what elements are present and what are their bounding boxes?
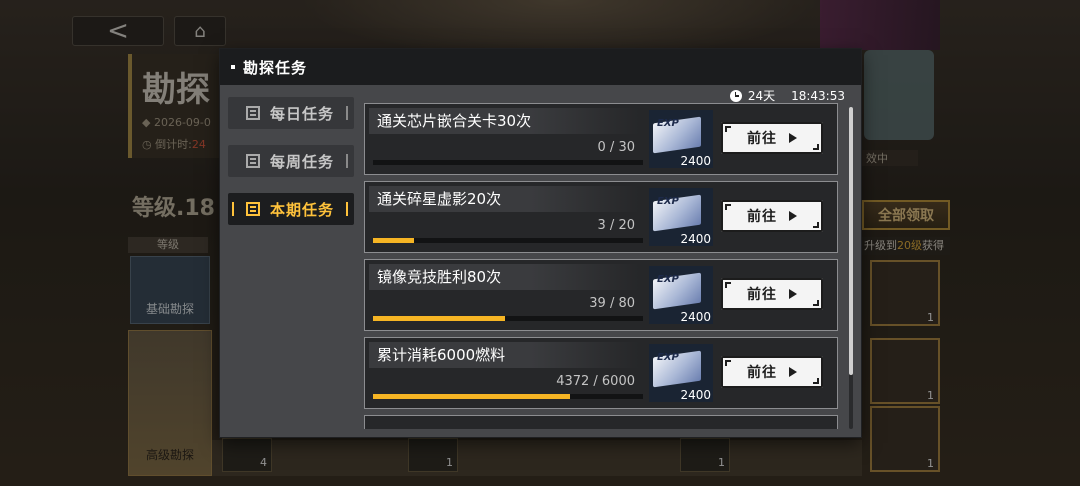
task-progress-fill (373, 316, 505, 321)
period-timer: 24天 18:43:53 (729, 87, 845, 104)
go-label: 前往 (747, 209, 777, 225)
task-progress-bar (373, 394, 643, 399)
task-row: 累计消耗6000燃料 4372 / 6000 EXP 2400 前往 (364, 337, 838, 409)
go-label: 前往 (747, 131, 777, 147)
reward-quantity: 2400 (680, 232, 711, 246)
task-progress-text: 0 / 30 (597, 140, 635, 155)
play-arrow-icon (789, 133, 797, 143)
task-name: 通关碎星虚影20次 (377, 190, 502, 208)
go-button[interactable]: 前往 (721, 200, 823, 232)
tab-edge-mark (346, 154, 348, 168)
task-modal: 勘探任务 24天 18:43:53 每日任务 每周任务 本期任务 通关芯片嵌合关… (220, 49, 861, 437)
reward-quantity: 2400 (680, 388, 711, 402)
tab-label: 本期任务 (270, 200, 335, 219)
tab-daily[interactable]: 每日任务 (228, 97, 354, 129)
task-progress-fill (373, 394, 570, 399)
task-list-icon (246, 154, 260, 168)
task-row (364, 415, 838, 429)
timer-time: 18:43:53 (791, 88, 845, 103)
go-button[interactable]: 前往 (721, 356, 823, 388)
task-name: 累计消耗6000燃料 (377, 346, 506, 364)
go-label: 前往 (747, 287, 777, 303)
exp-ticket-label: EXP (657, 352, 679, 363)
play-arrow-icon (789, 211, 797, 221)
task-progress-bar (373, 160, 643, 165)
go-label: 前往 (747, 365, 777, 381)
go-button[interactable]: 前往 (721, 122, 823, 154)
exp-reward[interactable]: EXP 2400 (649, 188, 713, 246)
modal-header: 勘探任务 (220, 49, 861, 85)
reward-quantity: 2400 (680, 310, 711, 324)
title-bullet-icon (231, 65, 235, 69)
task-row: 通关碎星虚影20次 3 / 20 EXP 2400 前往 (364, 181, 838, 253)
task-progress-text: 39 / 80 (589, 296, 635, 311)
go-button[interactable]: 前往 (721, 278, 823, 310)
exp-reward[interactable]: EXP 2400 (649, 266, 713, 324)
exp-ticket-label: EXP (657, 118, 679, 129)
task-progress-text: 4372 / 6000 (556, 374, 635, 389)
task-name: 通关芯片嵌合关卡30次 (377, 112, 532, 130)
exp-reward[interactable]: EXP 2400 (649, 110, 713, 168)
modal-title: 勘探任务 (243, 58, 308, 77)
task-list-icon (246, 202, 260, 216)
tab-weekly[interactable]: 每周任务 (228, 145, 354, 177)
tab-edge-mark (346, 202, 348, 216)
tab-label: 每日任务 (270, 104, 335, 123)
exp-ticket-label: EXP (657, 196, 679, 207)
clock-icon (729, 89, 742, 102)
scrollbar-thumb[interactable] (849, 107, 853, 375)
task-progress-fill (373, 238, 414, 243)
tab-label: 每周任务 (270, 152, 335, 171)
task-list[interactable]: 通关芯片嵌合关卡30次 0 / 30 EXP 2400 前往 通关碎星虚影20次… (364, 103, 840, 429)
task-list-scrollbar[interactable] (849, 107, 853, 429)
play-arrow-icon (789, 289, 797, 299)
exp-ticket-label: EXP (657, 274, 679, 285)
task-progress-bar (373, 238, 643, 243)
tab-edge-mark (346, 106, 348, 120)
tab-edge-mark (232, 202, 234, 216)
reward-quantity: 2400 (680, 154, 711, 168)
task-list-icon (246, 106, 260, 120)
exp-reward[interactable]: EXP 2400 (649, 344, 713, 402)
task-progress-bar (373, 316, 643, 321)
task-progress-text: 3 / 20 (597, 218, 635, 233)
task-name: 镜像竞技胜利80次 (377, 268, 502, 286)
task-row: 镜像竞技胜利80次 39 / 80 EXP 2400 前往 (364, 259, 838, 331)
timer-days: 24天 (747, 89, 776, 103)
task-row: 通关芯片嵌合关卡30次 0 / 30 EXP 2400 前往 (364, 103, 838, 175)
tab-period[interactable]: 本期任务 (228, 193, 354, 225)
play-arrow-icon (789, 367, 797, 377)
